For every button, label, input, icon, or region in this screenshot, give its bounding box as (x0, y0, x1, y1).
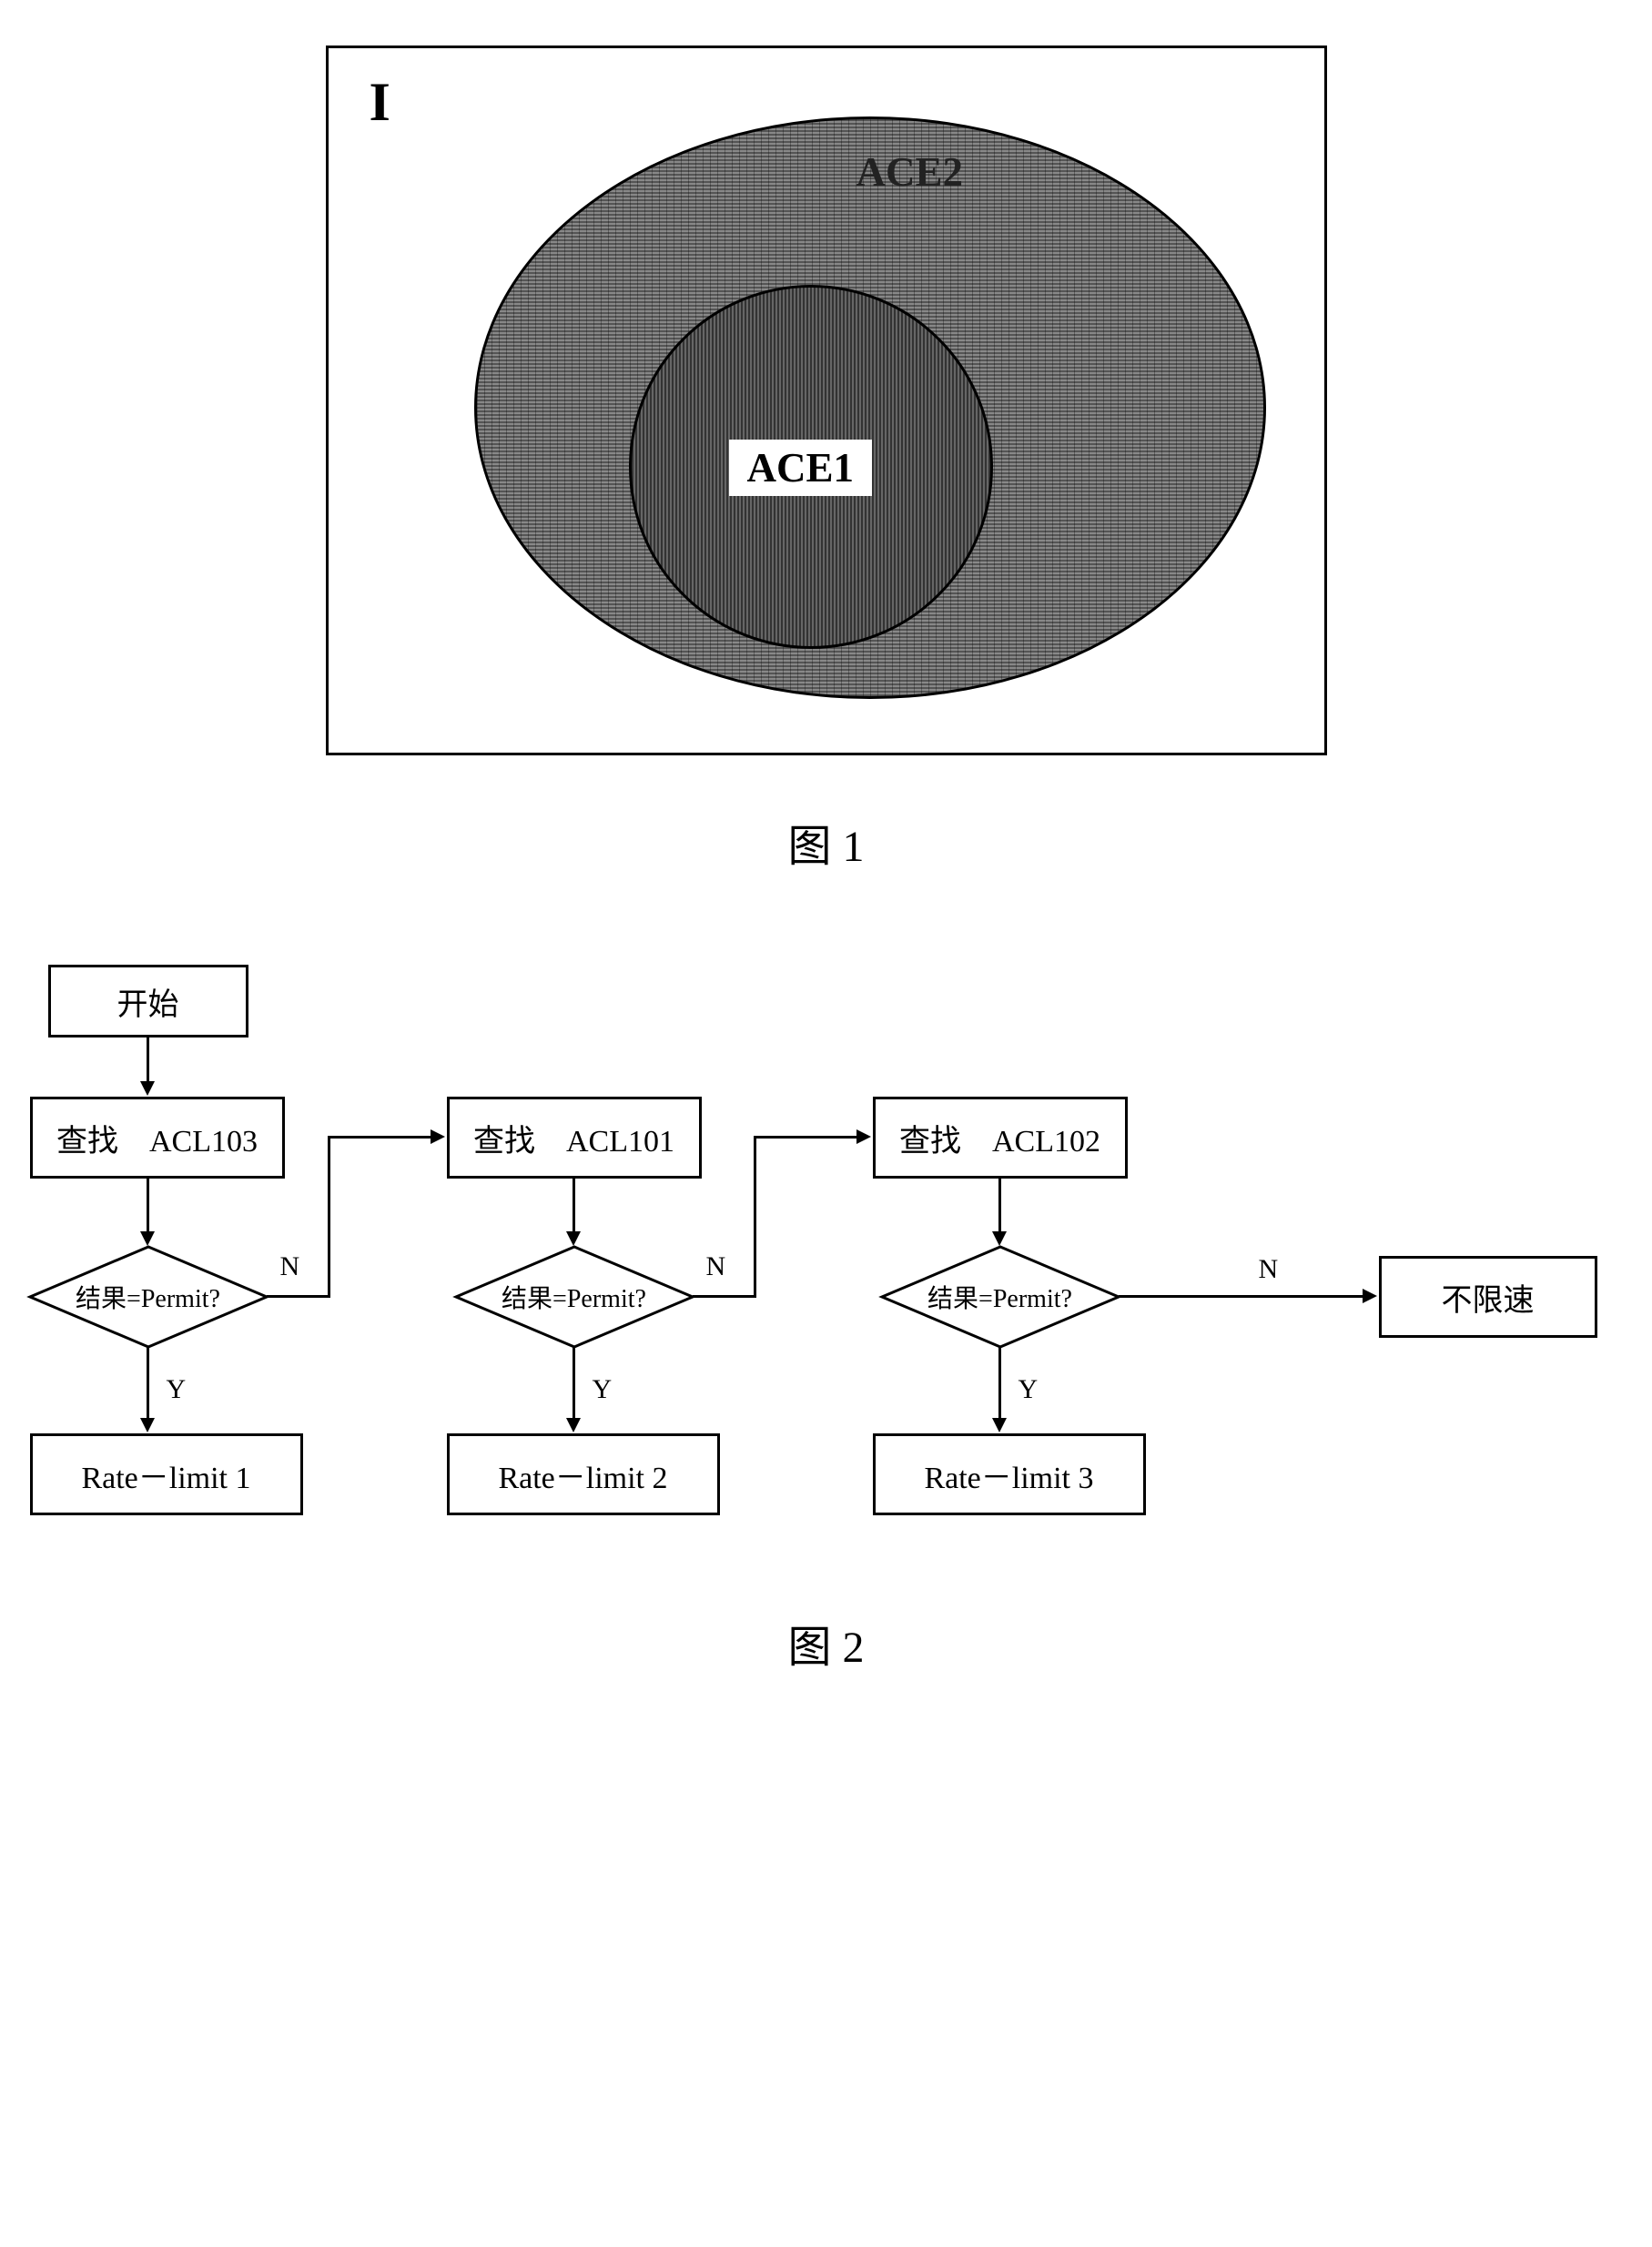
arrow (147, 1179, 149, 1233)
lookup-acl103-label: 查找 ACL103 (56, 1116, 258, 1160)
decision-1-label: 结果=Permit? (30, 1247, 267, 1347)
arrow-head-icon (992, 1418, 1007, 1432)
arrow (328, 1136, 330, 1298)
start-label: 开始 (117, 979, 179, 1024)
arrow (573, 1179, 575, 1233)
arrow (147, 1037, 149, 1083)
ace2-label: ACE2 (856, 148, 964, 196)
decision-2-label: 结果=Permit? (456, 1247, 693, 1347)
decision-2: 结果=Permit? (456, 1247, 693, 1347)
arrow (754, 1136, 756, 1298)
no-label: N (280, 1251, 300, 1282)
arrow (998, 1347, 1001, 1420)
yes-label: Y (593, 1374, 613, 1405)
no-limit-node: 不限速 (1379, 1256, 1597, 1338)
yes-label: Y (167, 1374, 187, 1405)
arrow-head-icon (992, 1231, 1007, 1246)
arrow (754, 1136, 858, 1139)
lookup-acl102-label: 查找 ACL102 (899, 1116, 1100, 1160)
arrow (998, 1179, 1001, 1233)
arrow (267, 1295, 330, 1298)
no-label: N (706, 1251, 726, 1282)
no-limit-label: 不限速 (1442, 1275, 1535, 1320)
arrow-head-icon (856, 1129, 871, 1144)
lookup-acl103-node: 查找 ACL103 (30, 1097, 285, 1179)
decision-3-label: 结果=Permit? (882, 1247, 1119, 1347)
rate-limit-1-node: Rate－limit 1 (30, 1433, 303, 1515)
rate-limit-3-node: Rate－limit 3 (873, 1433, 1146, 1515)
rate-limit-2-label: Rate－limit 2 (498, 1452, 667, 1497)
rate-limit-3-label: Rate－limit 3 (924, 1452, 1093, 1497)
no-label: N (1259, 1254, 1279, 1285)
figure-1-caption: 图 1 (27, 810, 1625, 874)
arrow (573, 1347, 575, 1420)
arrow-head-icon (140, 1418, 155, 1432)
ace1-label: ACE1 (729, 440, 873, 496)
rate-limit-1-label: Rate－limit 1 (81, 1452, 250, 1497)
figure-2-flowchart: 开始 查找 ACL103 结果=Permit? Y Rate－limit 1 N… (30, 965, 1623, 1556)
arrow (1119, 1295, 1364, 1298)
arrow (693, 1295, 756, 1298)
arrow-head-icon (566, 1418, 581, 1432)
arrow-head-icon (431, 1129, 445, 1144)
arrow-head-icon (140, 1231, 155, 1246)
yes-label: Y (1019, 1374, 1039, 1405)
lookup-acl101-label: 查找 ACL101 (473, 1116, 674, 1160)
universe-label: I (370, 71, 390, 134)
arrow-head-icon (1363, 1289, 1377, 1303)
lookup-acl101-node: 查找 ACL101 (447, 1097, 702, 1179)
universe-box: I ACE2 ACE1 (326, 46, 1327, 755)
arrow (147, 1347, 149, 1420)
arrow-head-icon (566, 1231, 581, 1246)
lookup-acl102-node: 查找 ACL102 (873, 1097, 1128, 1179)
arrow-head-icon (140, 1081, 155, 1096)
decision-3: 结果=Permit? (882, 1247, 1119, 1347)
start-node: 开始 (48, 965, 248, 1037)
decision-1: 结果=Permit? (30, 1247, 267, 1347)
rate-limit-2-node: Rate－limit 2 (447, 1433, 720, 1515)
figure-2-caption: 图 2 (27, 1611, 1625, 1675)
figure-1-venn-diagram: I ACE2 ACE1 (326, 46, 1327, 755)
arrow (328, 1136, 432, 1139)
